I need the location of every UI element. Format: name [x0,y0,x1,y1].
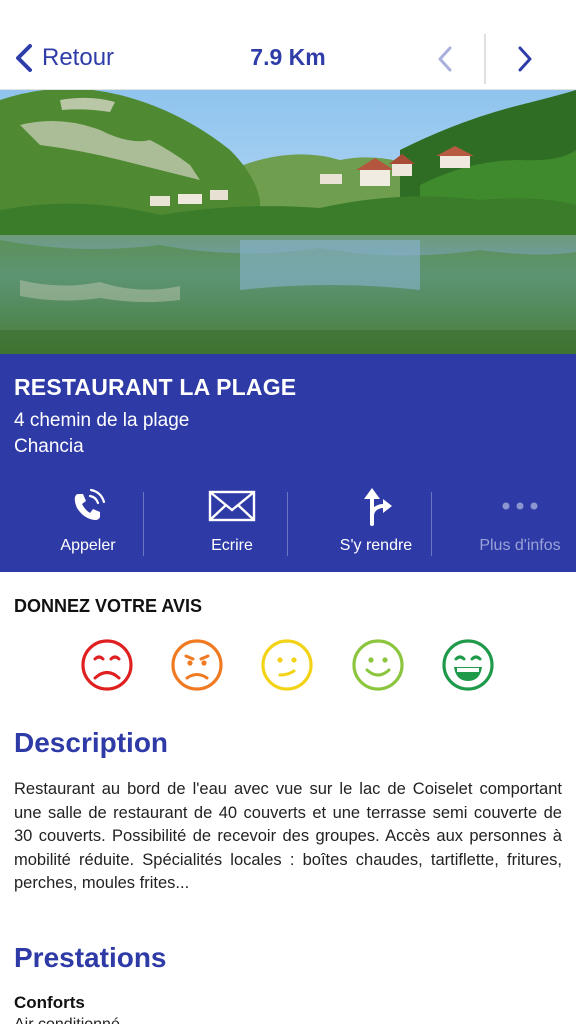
action-bar: Appeler Ecrire S'y rendre Plus d'infos [0,486,576,566]
email-button[interactable]: Ecrire [160,486,304,566]
review-title: DONNEZ VOTRE AVIS [14,596,203,616]
directions-button[interactable]: S'y rendre [304,486,448,566]
call-label: Appeler [60,537,116,554]
bad-rating-icon[interactable] [170,638,224,692]
directions-label: S'y rendre [339,537,413,554]
description-text: Restaurant au bord de l'eau avec vue sur… [14,780,562,893]
place-info-panel: RESTAURANT LA PLAGE 4 chemin de la plage… [0,354,576,572]
next-item-button[interactable] [510,44,540,74]
photo-gallery[interactable] [0,90,576,354]
more-info-label: Plus d'infos [479,537,561,554]
phone-icon [74,488,106,520]
more-dots-icon [502,502,538,510]
neutral-rating-icon[interactable] [260,638,314,692]
directions-icon [364,488,392,526]
prestations-title: Prestations [14,942,167,973]
envelope-icon [208,490,256,522]
conforts-subtitle: Conforts [14,993,85,1012]
place-name: RESTAURANT LA PLAGE [14,374,297,400]
call-button[interactable]: Appeler [16,486,160,566]
chevron-right-icon [518,46,532,72]
nav-divider [484,34,486,84]
good-rating-icon[interactable] [351,638,405,692]
address-line-1: 4 chemin de la plage [14,410,190,431]
address-line-2: Chancia [14,436,84,457]
chevron-left-icon [438,46,452,72]
very-good-rating-icon[interactable] [441,638,495,692]
action-divider [431,492,432,556]
lake-photo [0,90,576,354]
distance-label: 7.9 Km [250,44,326,70]
conforts-item: Air conditionné [14,1016,120,1024]
action-divider [143,492,144,556]
email-label: Ecrire [211,537,253,554]
very-bad-rating-icon[interactable] [80,638,134,692]
more-info-button[interactable]: Plus d'infos [448,486,576,566]
top-bar: Retour 7.9 Km [0,0,576,90]
description-title: Description [14,727,169,758]
action-divider [287,492,288,556]
previous-item-button[interactable] [430,44,460,74]
